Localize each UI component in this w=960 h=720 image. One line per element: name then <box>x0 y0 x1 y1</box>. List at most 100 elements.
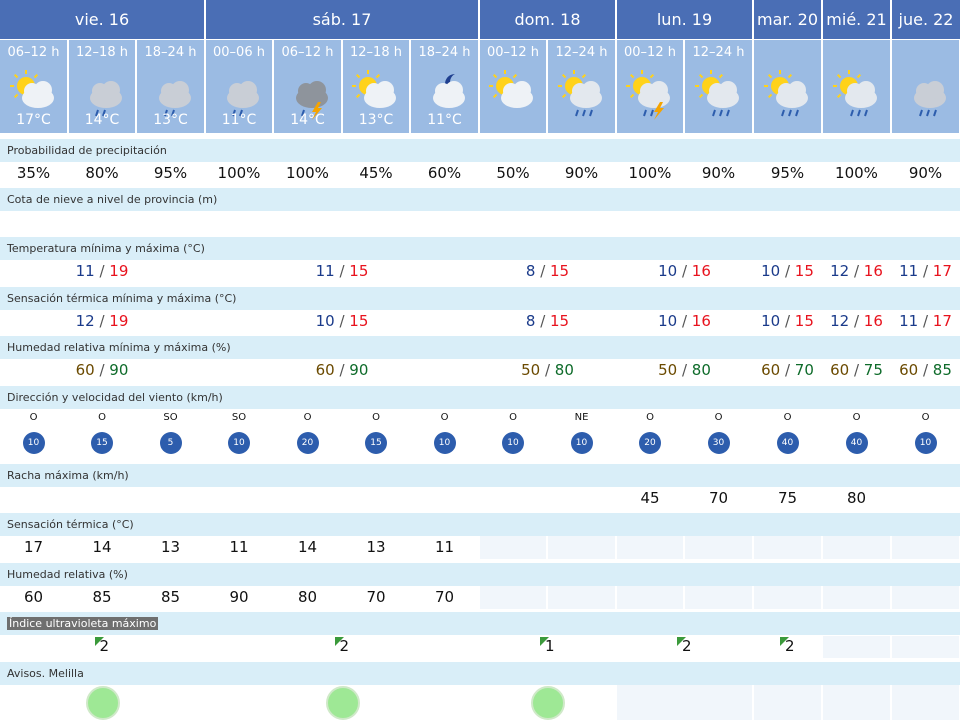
min-value: 11 <box>315 262 335 280</box>
gust-cell <box>69 487 135 509</box>
uv-value: 1 <box>545 637 555 655</box>
gust-cell <box>0 487 67 509</box>
period-label: 12–24 h <box>555 45 608 60</box>
precip-cell: 90% <box>892 162 959 184</box>
period-temperature: 13°C <box>153 112 188 128</box>
row-label-text: Temperatura mínima y máxima (°C) <box>7 242 205 255</box>
warning-cell <box>823 685 890 720</box>
row-label-text: Sensación térmica (°C) <box>7 518 134 531</box>
gust-cell <box>480 487 546 509</box>
period-temperature: 13°C <box>358 112 394 128</box>
max-value: 70 <box>794 361 814 379</box>
snow-cell <box>411 211 478 233</box>
wind-cell: O 10 <box>411 409 478 459</box>
temp_minmax-cell: 12 / 16 <box>823 260 890 283</box>
gust-cell <box>343 487 409 509</box>
hum_r-cell <box>823 586 890 609</box>
min-value: 60 <box>315 361 335 379</box>
gust-cell: 70 <box>685 487 752 509</box>
warning-cell <box>754 685 821 720</box>
min-value: 50 <box>658 361 678 379</box>
row-label-gust: Racha máxima (km/h) <box>0 464 960 487</box>
wind-cell: O 40 <box>823 409 890 459</box>
min-value: 60 <box>899 361 919 379</box>
sun-rain-icon <box>552 66 612 120</box>
snow-cell <box>0 211 67 233</box>
hum_r-cell <box>480 586 546 609</box>
wind-direction: SO <box>163 412 178 423</box>
max-value: 16 <box>863 262 883 280</box>
warning-level-icon[interactable] <box>325 686 360 720</box>
period-temperature: 17°C <box>16 112 51 128</box>
uv-value: 2 <box>99 637 110 655</box>
min-value: 60 <box>830 361 850 379</box>
snow-cell <box>274 211 341 233</box>
uv-cell: 2 <box>206 636 478 658</box>
temp_minmax-cell: 11 / 19 <box>0 260 204 283</box>
wind-cell: O 15 <box>343 409 409 459</box>
wind-speed-icon: 5 <box>159 432 182 454</box>
max-value: 17 <box>932 312 952 330</box>
wind-speed-icon: 30 <box>707 432 730 454</box>
period-cell <box>754 40 821 133</box>
period-cell: 06–12 h 17°C <box>0 40 67 133</box>
feels_t-cell: 11 <box>206 536 272 559</box>
precip-cell: 35% <box>0 162 67 184</box>
row-label-text: Índice ultravioleta máximo <box>7 612 159 635</box>
feels_t-cell <box>754 536 821 559</box>
wind-direction: O <box>509 412 517 423</box>
period-cell: 00–06 h 11°C <box>206 40 272 133</box>
feels_t-cell: 17 <box>0 536 67 559</box>
snow-cell <box>548 211 615 233</box>
period-temperature: 11°C <box>221 112 257 128</box>
wind-direction: O <box>372 412 380 423</box>
period-label: 18–24 h <box>418 45 471 60</box>
warning-cell <box>480 685 615 720</box>
warning-cell <box>0 685 204 720</box>
period-temperature: 14°C <box>290 112 325 128</box>
precip-cell: 100% <box>617 162 683 184</box>
precip-cell: 60% <box>411 162 478 184</box>
hum_r-cell <box>892 586 959 609</box>
period-cell: 12–24 h <box>685 40 752 133</box>
period-cell: 00–12 h <box>617 40 683 133</box>
max-value: 15 <box>550 262 570 280</box>
snow-cell <box>69 211 135 233</box>
warning-level-icon[interactable] <box>85 686 120 720</box>
gust-cell <box>274 487 341 509</box>
max-value: 15 <box>794 262 814 280</box>
temp_minmax-cell: 11 / 15 <box>206 260 478 283</box>
feels_t-cell <box>617 536 683 559</box>
max-value: 16 <box>863 312 883 330</box>
max-value: 90 <box>109 361 129 379</box>
precip-cell: 95% <box>137 162 204 184</box>
row-label-feels: Sensación térmica mínima y máxima (°C) <box>0 287 960 310</box>
temp_minmax-cell: 10 / 16 <box>617 260 752 283</box>
period-cell: 00–12 h <box>480 40 546 133</box>
uv-cell: 1 <box>480 636 615 658</box>
period-label: 00–06 h <box>213 45 265 60</box>
sun-rain-icon <box>827 66 887 120</box>
period-temperature: 11°C <box>427 112 462 128</box>
snow-cell <box>685 211 752 233</box>
wind-speed-icon: 20 <box>296 432 319 454</box>
hum_r-cell <box>754 586 821 609</box>
period-cell <box>892 40 959 133</box>
warning-cell <box>617 685 752 720</box>
wind-speed-icon: 10 <box>228 432 250 454</box>
period-cell <box>823 40 890 133</box>
temp_minmax-cell: 10 / 15 <box>754 260 821 283</box>
row-label-text: Probabilidad de precipitación <box>7 144 167 157</box>
min-value: 60 <box>75 361 95 379</box>
period-label: 00–12 h <box>487 45 539 60</box>
min-value: 10 <box>658 262 678 280</box>
feels_t-cell <box>548 536 615 559</box>
precip-cell: 50% <box>480 162 546 184</box>
day-header: mar. 20 <box>754 0 821 39</box>
precip-cell: 100% <box>206 162 272 184</box>
hum_minmax-cell: 60 / 85 <box>892 359 959 382</box>
temp_minmax-cell: 11 / 17 <box>892 260 959 283</box>
wind-direction: SO <box>231 412 247 423</box>
warning-level-icon[interactable] <box>531 686 565 720</box>
period-label: 12–24 h <box>692 45 745 60</box>
